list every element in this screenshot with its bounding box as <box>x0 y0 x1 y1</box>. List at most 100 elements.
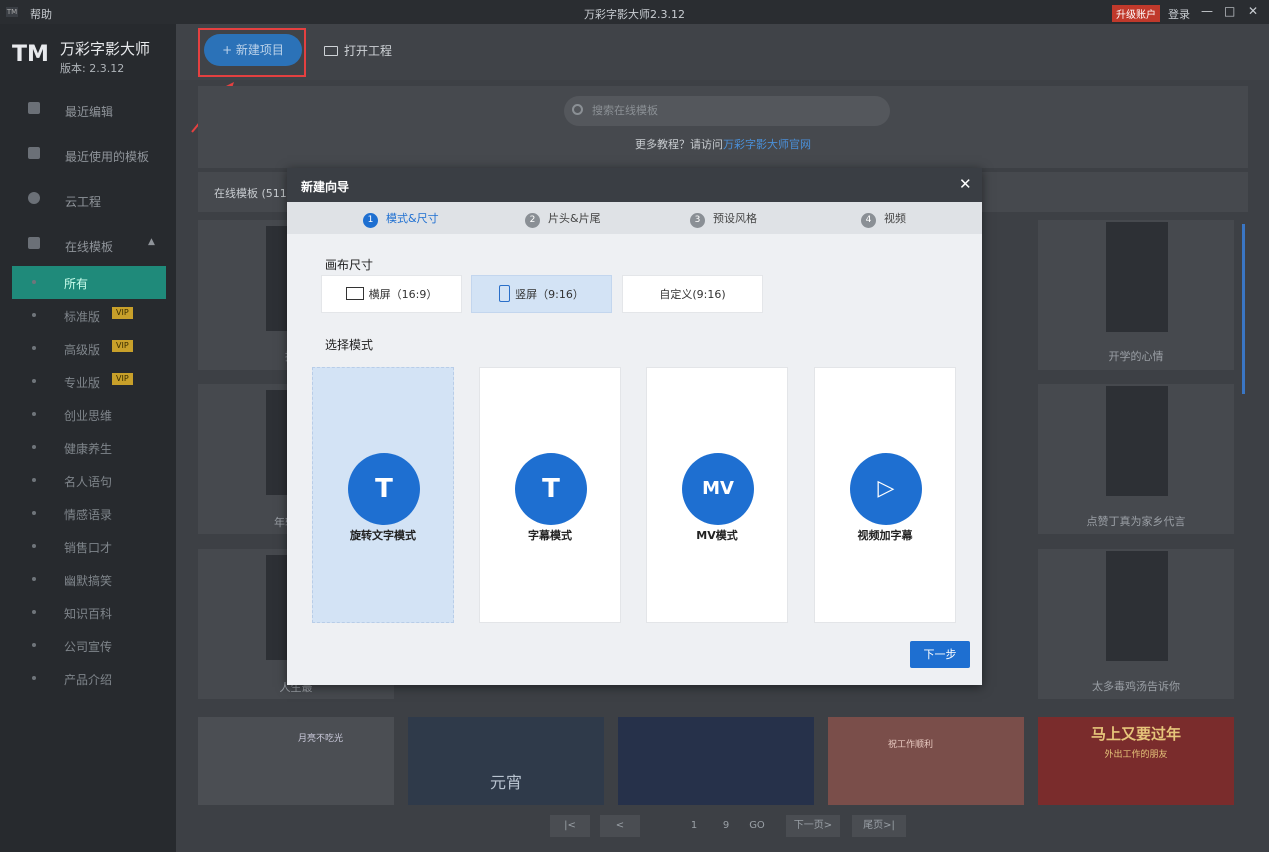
monitor-icon <box>28 237 40 249</box>
step-video[interactable]: 4 视频 <box>861 210 906 228</box>
version-label: 版本: 2.3.12 <box>60 62 125 75</box>
tile-text: 马上又要过年 <box>1090 725 1181 743</box>
upgrade-button[interactable]: 升级账户 <box>1112 5 1160 22</box>
template-card[interactable]: 开学的心情 <box>1038 220 1234 370</box>
app-name: 万彩字影大师 <box>60 40 151 58</box>
bullet-icon <box>32 544 36 548</box>
template-tile[interactable]: 祝工作顺利 <box>828 717 1024 805</box>
search-area: 搜索在线模板 更多教程？请访问万彩字影大师官网 <box>198 86 1248 168</box>
sidebar: TM 万彩字影大师 版本: 2.3.12 最近编辑 最近使用的模板 云工程 在线… <box>0 24 176 852</box>
open-project-button[interactable]: 打开工程 <box>324 42 392 59</box>
sidebar-item-label: 最近编辑 <box>65 105 114 119</box>
login-button[interactable]: 登录 <box>1168 6 1190 22</box>
step-label: 模式&尺寸 <box>386 212 439 225</box>
template-icon <box>28 147 40 159</box>
sidebar-subitem-3[interactable]: 专业版 VIP <box>12 365 166 398</box>
mv-icon: MV <box>682 453 754 525</box>
search-placeholder: 搜索在线模板 <box>592 104 658 117</box>
sidebar-item-online-templates[interactable]: 在线模板 ▲ <box>0 223 176 267</box>
template-caption: 点赞丁真为家乡代言 <box>1086 515 1186 528</box>
sidebar-subitem-8[interactable]: 销售口才 <box>12 530 166 563</box>
bullet-icon <box>32 577 36 581</box>
size-custom[interactable]: 自定义(9:16) <box>622 275 763 313</box>
step-number: 1 <box>363 213 378 228</box>
text-icon: T <box>515 453 587 525</box>
sidebar-item-recent-edit[interactable]: 最近编辑 <box>0 88 176 132</box>
next-step-button[interactable]: 下一步 <box>910 641 970 668</box>
dialog-close-icon[interactable]: ✕ <box>959 175 972 193</box>
template-tile[interactable]: 月亮不吃光 <box>198 717 394 805</box>
template-tile[interactable]: 马上又要过年 外出工作的朋友 <box>1038 717 1234 805</box>
new-project-button[interactable]: + 新建项目 <box>204 34 302 66</box>
scrollbar[interactable] <box>1242 224 1245 394</box>
mode-label: MV模式 <box>696 529 738 542</box>
bullet-icon <box>32 445 36 449</box>
size-label: 竖屏（9:16） <box>515 288 584 301</box>
sidebar-subitem-label: 知识百科 <box>64 607 113 621</box>
search-icon <box>572 104 583 115</box>
size-label: 横屏（16:9） <box>368 288 438 301</box>
sidebar-subitem-0[interactable]: 所有 <box>12 266 166 299</box>
step-preset-style[interactable]: 3 预设风格 <box>690 210 757 228</box>
sidebar-subitem-9[interactable]: 幽默搞笑 <box>12 563 166 596</box>
go-button[interactable]: GO <box>742 815 772 837</box>
bullet-icon <box>32 676 36 680</box>
sidebar-subitem-label: 健康养生 <box>64 442 113 456</box>
minimize-icon[interactable]: — <box>1201 4 1213 18</box>
step-number: 4 <box>861 213 876 228</box>
phone-icon <box>499 285 511 302</box>
step-label: 视频 <box>884 212 906 225</box>
template-tile[interactable] <box>618 717 814 805</box>
sidebar-item-label: 云工程 <box>65 195 102 209</box>
dialog-header: 新建向导 ✕ <box>287 168 982 202</box>
sidebar-subitem-label: 情感语录 <box>64 508 113 522</box>
canvas-size-title: 画布尺寸 <box>325 258 374 272</box>
tile-text: 祝工作顺利 <box>888 740 934 750</box>
sidebar-subitem-5[interactable]: 健康养生 <box>12 431 166 464</box>
sidebar-subitem-4[interactable]: 创业思维 <box>12 398 166 431</box>
bullet-icon <box>32 346 36 350</box>
bullet-icon <box>32 313 36 317</box>
sidebar-subitem-7[interactable]: 情感语录 <box>12 497 166 530</box>
size-label: 自定义(9:16) <box>659 288 726 301</box>
sidebar-item-cloud[interactable]: 云工程 <box>0 178 176 222</box>
dialog-title: 新建向导 <box>301 180 350 194</box>
next-page-button[interactable]: 下一页> <box>786 815 840 837</box>
prev-page-button[interactable]: < <box>600 815 640 837</box>
mode-subtitle[interactable]: T 字幕模式 <box>479 367 621 623</box>
document-icon <box>28 102 40 114</box>
sidebar-item-recent-templates[interactable]: 最近使用的模板 <box>0 133 176 177</box>
sidebar-subitem-10[interactable]: 知识百科 <box>12 596 166 629</box>
size-landscape[interactable]: 横屏（16:9） <box>321 275 462 313</box>
first-page-button[interactable]: |< <box>550 815 590 837</box>
window-title: 万彩字影大师2.3.12 <box>584 8 685 21</box>
mode-rotating-text[interactable]: T 旋转文字模式 <box>312 367 454 623</box>
logo: TM <box>12 42 49 67</box>
template-card[interactable]: 太多毒鸡汤告诉你 <box>1038 549 1234 699</box>
search-input[interactable]: 搜索在线模板 <box>564 96 890 126</box>
step-number: 3 <box>690 213 705 228</box>
template-thumbnail <box>1106 222 1168 332</box>
sidebar-subitem-2[interactable]: 高级版 VIP <box>12 332 166 365</box>
page-number[interactable]: 1 <box>684 815 704 837</box>
sidebar-subitem-12[interactable]: 产品介绍 <box>12 662 166 695</box>
rotate-text-icon: T <box>348 453 420 525</box>
template-card[interactable]: 点赞丁真为家乡代言 <box>1038 384 1234 534</box>
page-total: 9 <box>722 820 730 831</box>
sidebar-subitem-6[interactable]: 名人语句 <box>12 464 166 497</box>
step-intro-outro[interactable]: 2 片头&片尾 <box>525 210 601 228</box>
mode-video-subtitle[interactable]: ▷ 视频加字幕 <box>814 367 956 623</box>
last-page-button[interactable]: 尾页>| <box>852 815 906 837</box>
step-mode-size[interactable]: 1 模式&尺寸 <box>363 210 439 228</box>
mode-label: 视频加字幕 <box>857 529 913 542</box>
size-portrait[interactable]: 竖屏（9:16） <box>471 275 612 313</box>
mode-mv[interactable]: MV MV模式 <box>646 367 788 623</box>
sidebar-subitem-11[interactable]: 公司宣传 <box>12 629 166 662</box>
sidebar-subitem-1[interactable]: 标准版 VIP <box>12 299 166 332</box>
maximize-icon[interactable]: □ <box>1224 4 1235 18</box>
official-site-link[interactable]: 万彩字影大师官网 <box>723 138 811 151</box>
template-tile[interactable]: 元宵 <box>408 717 604 805</box>
title-bar: TM 帮助 万彩字影大师2.3.12 升级账户 登录 — □ ✕ <box>0 0 1269 24</box>
new-project-dialog: 新建向导 ✕ 1 模式&尺寸 2 片头&片尾 3 预设风格 4 视频 画布尺寸 横屏（16… <box>287 168 982 685</box>
close-icon[interactable]: ✕ <box>1248 4 1258 18</box>
